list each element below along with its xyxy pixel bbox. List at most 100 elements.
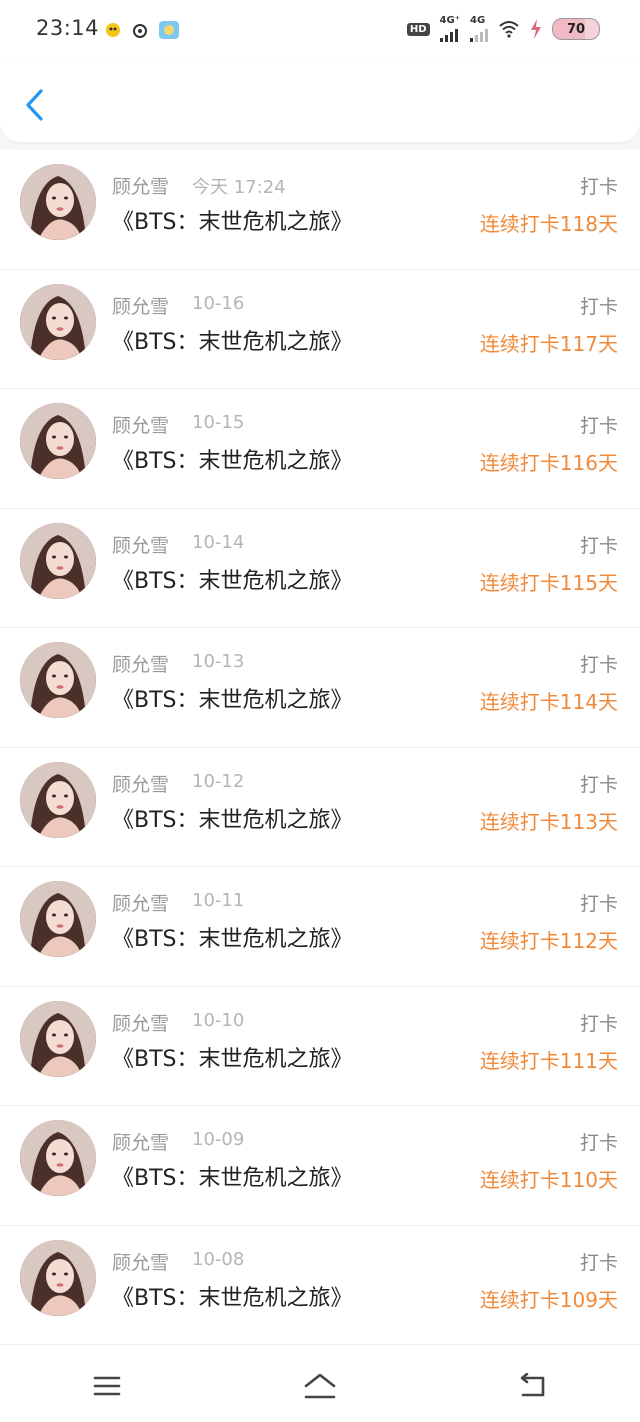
user-name: 顾允雪 xyxy=(112,295,170,318)
book-title: 《BTS：末世危机之旅》 xyxy=(112,688,353,713)
user-name: 顾允雪 xyxy=(112,415,170,437)
record-date: 10-14 xyxy=(192,531,245,553)
streak-text: 连续打卡113天 xyxy=(479,809,618,834)
record-row[interactable]: 顾允雪 10-14 《BTS：末世危机之旅》 打卡 连续打卡115天 xyxy=(0,509,640,628)
status-notification-icons xyxy=(104,20,180,40)
avatar[interactable] xyxy=(20,1239,96,1316)
record-row[interactable]: 顾允雪 10-15 《BTS：末世危机之旅》 打卡 连续打卡116天 xyxy=(0,389,640,509)
avatar[interactable] xyxy=(20,164,96,240)
user-name: 顾允雪 xyxy=(112,1132,170,1154)
avatar-image xyxy=(20,403,96,479)
book-title: 《BTS：末世危机之旅》 xyxy=(112,1046,353,1072)
checkin-label: 打卡 xyxy=(579,295,618,318)
user-name: 顾允雪 xyxy=(112,654,170,676)
streak-text: 连续打卡118天 xyxy=(479,212,618,236)
checkin-label: 打卡 xyxy=(579,893,618,915)
book-title: 《BTS：末世危机之旅》 xyxy=(112,1166,353,1191)
menu-icon xyxy=(93,1376,120,1396)
avatar-image xyxy=(20,1120,96,1196)
record-row[interactable]: 顾允雪 10-11 《BTS：末世危机之旅》 打卡 连续打卡112天 xyxy=(0,867,640,987)
chevron-left-icon xyxy=(26,89,43,121)
record-date: 今天 17:24 xyxy=(192,177,286,198)
streak-text: 连续打卡115天 xyxy=(479,570,618,595)
back-icon xyxy=(521,1373,545,1397)
checkin-label: 打卡 xyxy=(579,654,618,676)
row-divider xyxy=(0,1344,640,1345)
avatar-image xyxy=(20,522,96,599)
streak-text: 连续打卡117天 xyxy=(479,331,618,356)
book-title: 《BTS：末世危机之旅》 xyxy=(112,329,353,355)
checkin-label: 打卡 xyxy=(579,415,618,437)
user-name: 顾允雪 xyxy=(112,1012,170,1035)
streak-text: 连续打卡109天 xyxy=(479,1287,618,1312)
net-type-2: 4G xyxy=(470,15,486,26)
book-title: 《BTS：末世危机之旅》 xyxy=(112,927,353,952)
book-title: 《BTS：末世危机之旅》 xyxy=(112,210,353,235)
user-name: 顾允雪 xyxy=(112,1251,170,1274)
nav-home-button[interactable] xyxy=(290,1366,350,1406)
checkin-label: 打卡 xyxy=(579,1251,618,1274)
user-name: 顾允雪 xyxy=(112,176,170,198)
record-row[interactable]: 顾允雪 10-08 《BTS：末世危机之旅》 打卡 连续打卡109天 xyxy=(0,1226,640,1345)
weather-app-icon xyxy=(159,21,179,39)
home-icon xyxy=(304,1373,336,1399)
avatar-image xyxy=(20,761,96,838)
avatar[interactable] xyxy=(20,522,96,599)
battery-indicator: 70 xyxy=(552,18,600,40)
signal-2: 4G xyxy=(470,16,488,42)
avatar-image xyxy=(20,881,96,957)
back-button[interactable] xyxy=(14,80,54,130)
system-nav-bar xyxy=(0,1350,640,1422)
avatar-image xyxy=(20,1000,96,1077)
record-date: 10-09 xyxy=(192,1129,245,1150)
record-date: 10-16 xyxy=(192,292,245,314)
nav-menu-button[interactable] xyxy=(77,1366,137,1406)
status-time: 23:14 xyxy=(36,16,100,40)
record-date: 10-10 xyxy=(192,1009,245,1031)
checkin-label: 打卡 xyxy=(579,1132,618,1154)
checkin-label: 打卡 xyxy=(579,176,618,198)
checkin-label: 打卡 xyxy=(579,1012,618,1035)
avatar-image xyxy=(20,642,96,718)
avatar[interactable] xyxy=(20,642,96,718)
avatar[interactable] xyxy=(20,283,96,360)
streak-text: 连续打卡116天 xyxy=(479,451,618,475)
hd-voice-badge: HD xyxy=(406,22,430,36)
book-title: 《BTS：末世危机之旅》 xyxy=(112,807,353,833)
app-notification-icon xyxy=(106,23,120,37)
avatar[interactable] xyxy=(20,1120,96,1196)
net-type-1: 4G⁺ xyxy=(439,15,460,26)
avatar-image xyxy=(20,283,96,360)
user-name: 顾允雪 xyxy=(112,534,170,557)
record-date: 10-13 xyxy=(192,651,245,672)
record-row[interactable]: 顾允雪 10-09 《BTS：末世危机之旅》 打卡 连续打卡110天 xyxy=(0,1106,640,1226)
avatar[interactable] xyxy=(20,761,96,838)
record-row[interactable]: 顾允雪 10-13 《BTS：末世危机之旅》 打卡 连续打卡114天 xyxy=(0,628,640,748)
avatar-image xyxy=(20,1239,96,1316)
user-name: 顾允雪 xyxy=(112,893,170,915)
avatar-image xyxy=(20,164,96,240)
weibo-icon xyxy=(133,24,147,38)
wifi-icon xyxy=(499,21,519,38)
charging-icon xyxy=(531,19,541,39)
checkin-record-list: 顾允雪 今天 17:24 《BTS：末世危机之旅》 打卡 连续打卡118天 顾允… xyxy=(0,150,640,1350)
nav-back-button[interactable] xyxy=(503,1366,563,1406)
book-title: 《BTS：末世危机之旅》 xyxy=(112,449,353,474)
streak-text: 连续打卡112天 xyxy=(479,929,618,953)
avatar[interactable] xyxy=(20,403,96,479)
streak-text: 连续打卡111天 xyxy=(479,1048,618,1073)
record-row[interactable]: 顾允雪 10-10 《BTS：末世危机之旅》 打卡 连续打卡111天 xyxy=(0,987,640,1106)
signal-bars-2-icon xyxy=(470,26,488,42)
record-row[interactable]: 顾允雪 10-12 《BTS：末世危机之旅》 打卡 连续打卡113天 xyxy=(0,748,640,867)
book-title: 《BTS：末世危机之旅》 xyxy=(112,568,353,594)
record-row[interactable]: 顾允雪 今天 17:24 《BTS：末世危机之旅》 打卡 连续打卡118天 xyxy=(0,150,640,270)
battery-level: 70 xyxy=(566,21,586,37)
top-header xyxy=(0,60,640,142)
status-bar: 23:14 HD 4G⁺ 4G 70 xyxy=(0,0,640,60)
record-date: 10-15 xyxy=(192,412,245,433)
record-row[interactable]: 顾允雪 10-16 《BTS：末世危机之旅》 打卡 连续打卡117天 xyxy=(0,270,640,389)
checkin-label: 打卡 xyxy=(579,534,618,557)
avatar[interactable] xyxy=(20,881,96,957)
signal-bars-1-icon xyxy=(439,26,458,42)
avatar[interactable] xyxy=(20,1000,96,1077)
